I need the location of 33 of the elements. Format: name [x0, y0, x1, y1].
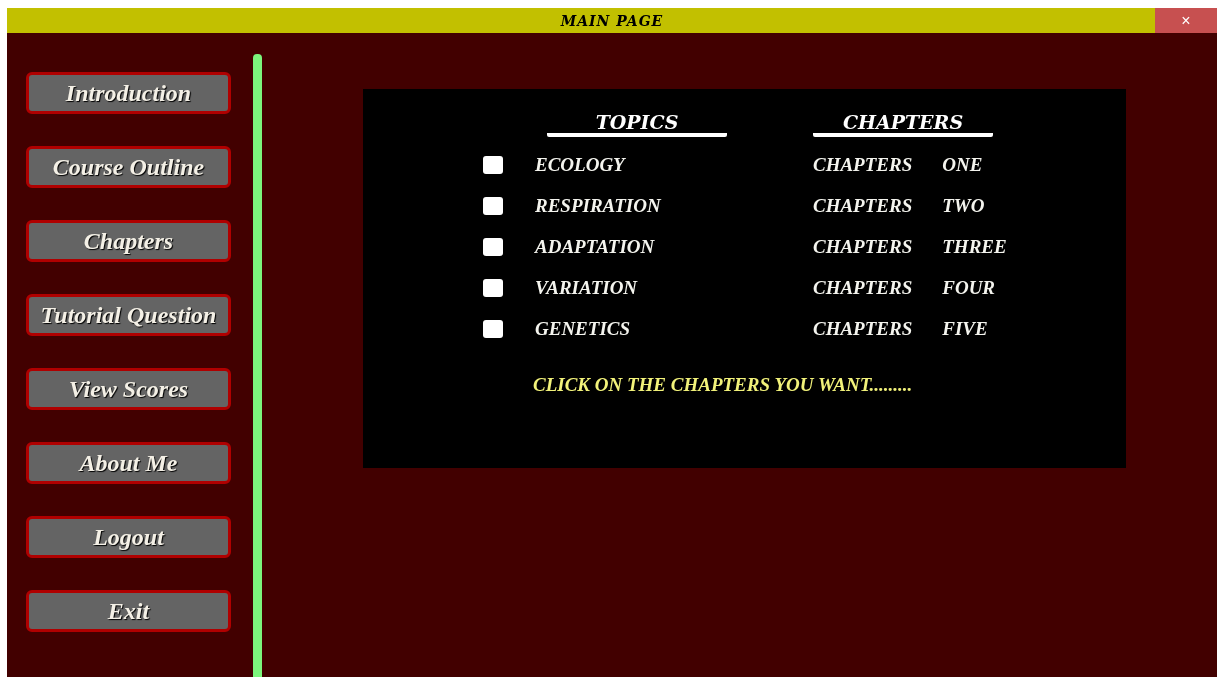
topic-label: ADAPTATION	[535, 235, 656, 259]
column-header: CHAPTERS	[813, 111, 993, 137]
sidebar-button[interactable]: View Scores	[26, 368, 231, 410]
sidebar-button[interactable]: About Me	[26, 442, 231, 484]
chapter-link[interactable]: CHAPTERS	[813, 272, 913, 303]
close-button[interactable]: ×	[1155, 8, 1217, 33]
sidebar-button[interactable]: Exit	[26, 590, 231, 632]
chapter-link[interactable]: CHAPTERS	[813, 190, 913, 221]
checkbox[interactable]	[483, 196, 503, 215]
topic-label: VARIATION	[535, 276, 639, 300]
chapter-number-link[interactable]: FOUR	[942, 272, 996, 303]
sidebar-button[interactable]: Course Outline	[26, 146, 231, 188]
chapter-link[interactable]: CHAPTERS	[813, 149, 913, 180]
checkbox[interactable]	[483, 237, 503, 256]
topic-label: RESPIRATION	[535, 194, 663, 218]
sidebar-button[interactable]: Chapters	[26, 220, 231, 262]
checkbox[interactable]	[483, 319, 503, 338]
instruction-text: CLICK ON THE CHAPTERS YOU WANT.........	[533, 374, 914, 396]
chapter-link[interactable]: CHAPTERS	[813, 313, 913, 344]
chapter-number-link[interactable]: ONE	[942, 149, 983, 180]
chapter-number-link[interactable]: FIVE	[942, 313, 988, 344]
sidebar-button[interactable]: Introduction	[26, 72, 231, 114]
topic-label: GENETICS	[535, 317, 632, 341]
checkbox[interactable]	[483, 155, 503, 174]
checkbox[interactable]	[483, 278, 503, 297]
sidebar-button[interactable]: Logout	[26, 516, 231, 558]
chapter-number-link[interactable]: TWO	[942, 190, 985, 221]
topic-label: ECOLOGY	[535, 153, 627, 177]
column-header: TOPICS	[547, 111, 727, 137]
chapter-link[interactable]: CHAPTERS	[813, 231, 913, 262]
sidebar-button[interactable]: Tutorial Question	[26, 294, 231, 336]
chapter-number-link[interactable]: THREE	[942, 231, 1007, 262]
window-title: MAIN PAGE	[560, 12, 664, 29]
